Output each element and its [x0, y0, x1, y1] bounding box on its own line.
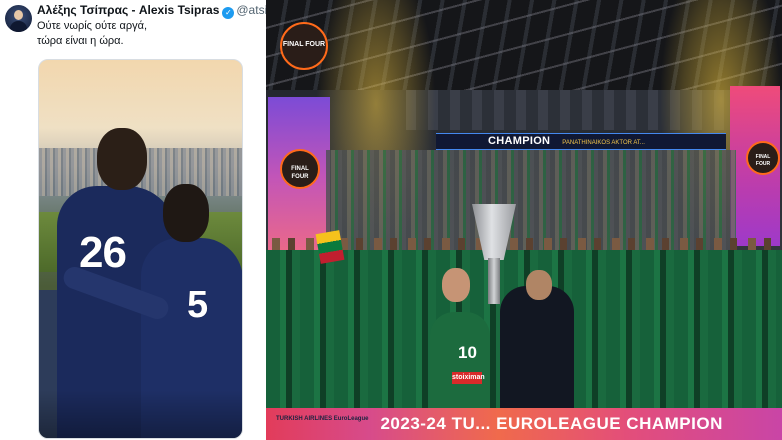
tweet-text: Ούτε νωρίς ούτε αργά, τώρα είναι η ώρα.	[37, 19, 147, 49]
final-four-logo-icon: FINAL FOUR	[746, 141, 780, 175]
jersey-number: 26	[79, 228, 127, 277]
arena-ribbon-display: CHAMPION PANATHINAIKOS AKTOR AT...	[436, 133, 726, 150]
ribbon-champion-text: CHAMPION	[488, 135, 551, 147]
tweet-text-line: τώρα είναι η ώρα.	[37, 35, 124, 47]
arena-screen: FINAL FOUR	[730, 86, 780, 246]
final-four-logo-icon: FINAL FOUR	[280, 149, 320, 189]
jersey-number: 5	[187, 284, 209, 326]
tweet-photo[interactable]: 26 5	[38, 59, 243, 439]
verified-badge-icon: ✓	[222, 7, 235, 19]
tweet-header: Αλέξης Τσίπρας - Alexis Tsipras ✓ @atsipra…	[37, 3, 291, 19]
captain-jersey-number: 10	[458, 343, 477, 362]
tweet-card: Αλέξης Τσίπρας - Alexis Tsipras ✓ @atsipra…	[0, 0, 291, 440]
champion-board: TURKISH AIRLINES EuroLeague 2023-24 TU...…	[266, 408, 782, 440]
jersey-sponsor-logo: stoiximan	[452, 372, 485, 384]
display-name[interactable]: Αλέξης Τσίπρας - Alexis Tsipras	[37, 3, 219, 17]
ribbon-team-text: PANATHINAIKOS AKTOR AT...	[562, 140, 645, 146]
flag	[315, 230, 345, 264]
celebration-photo[interactable]: FINAL FOUR FINAL FOUR FINAL FOUR CHAMPIO…	[266, 0, 782, 440]
coach-figure	[500, 286, 574, 426]
avatar[interactable]	[5, 5, 32, 32]
champion-board-text: 2023-24 TU... EUROLEAGUE CHAMPION	[380, 414, 723, 433]
euroleague-logo: TURKISH AIRLINES EuroLeague	[276, 416, 369, 422]
tweet-text-line: Ούτε νωρίς ούτε αργά,	[37, 20, 147, 32]
final-four-logo-icon: FINAL FOUR	[280, 22, 328, 70]
